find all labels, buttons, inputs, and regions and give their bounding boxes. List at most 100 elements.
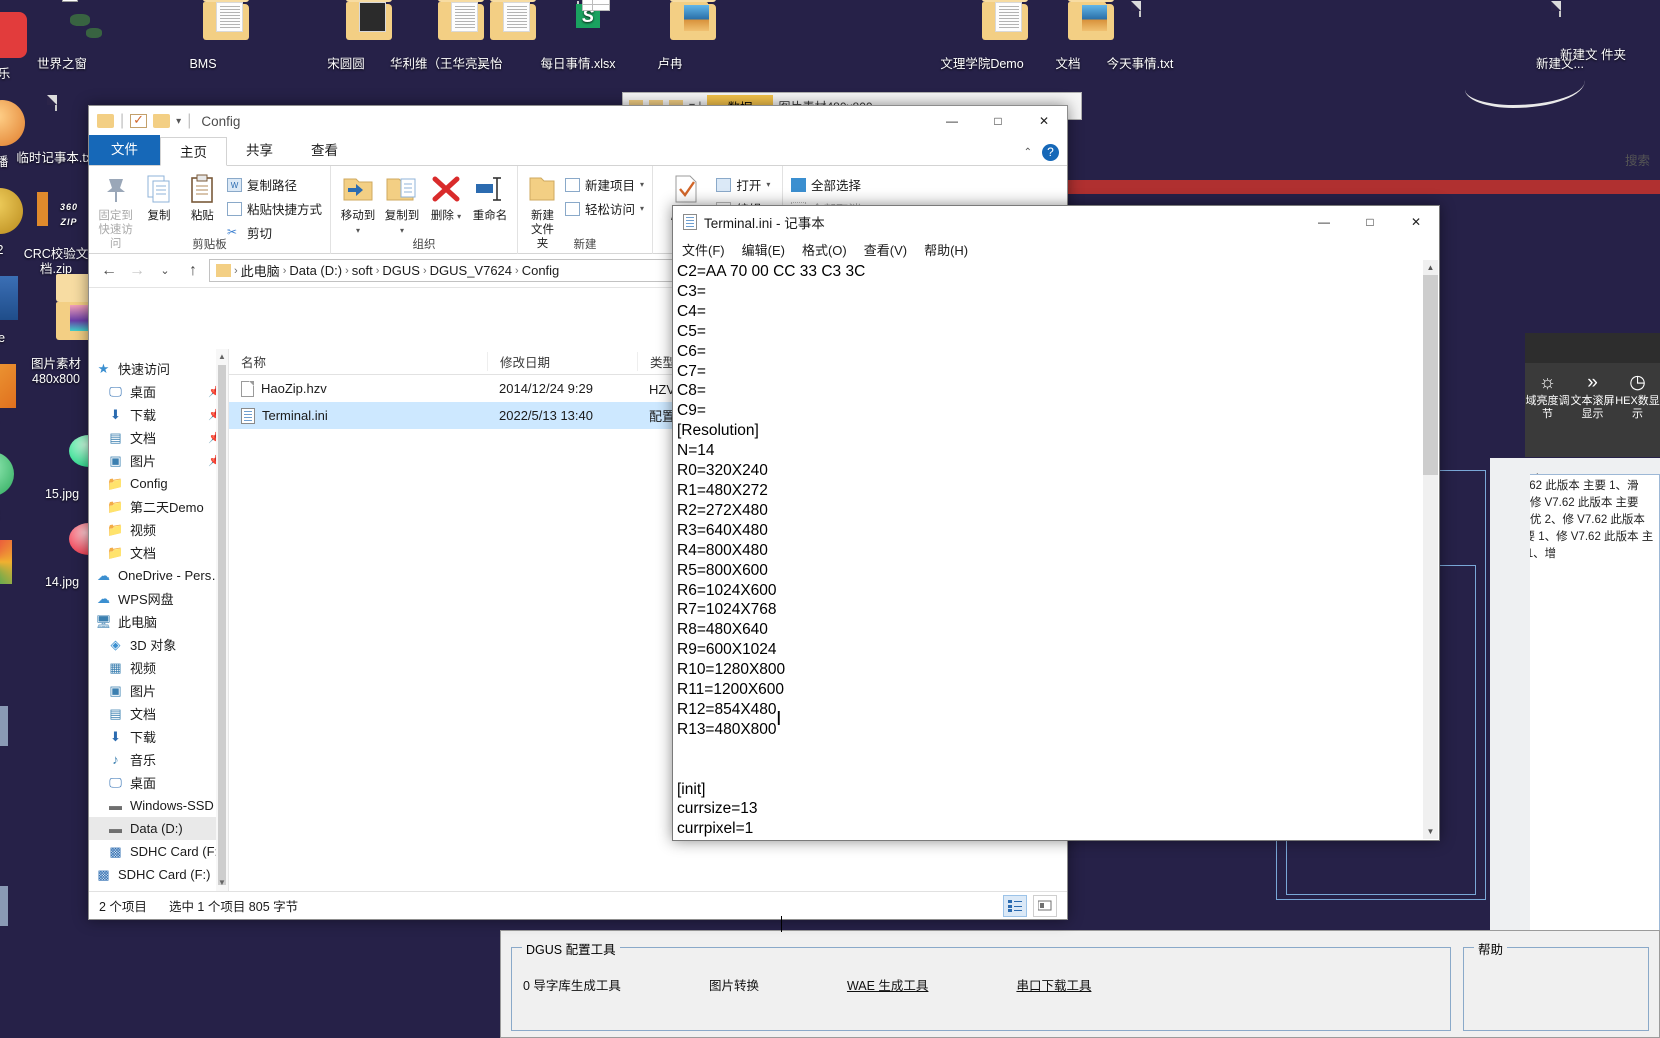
desktop-icon-wuyi[interactable]: 吴怡 [442,0,538,72]
nav-item-windows-ssd[interactable]: ▬ Windows-SSD [89,794,228,817]
column-date[interactable]: 修改日期 [487,352,637,371]
select-all-command[interactable]: 全部选择 [791,175,895,194]
minimize-button[interactable]: — [929,106,975,136]
desktop-icon-college-demo[interactable]: 文理学院Demo [934,0,1030,72]
menu-view[interactable]: 查看(V) [864,240,907,259]
copy-to-button[interactable]: 复制到 ▾ [383,169,421,238]
nav-item-data-d[interactable]: ▬ Data (D:) [89,817,228,840]
forward-button[interactable]: → [125,262,149,280]
desktop-icon-song[interactable]: 宋圆圆 [298,0,394,72]
notepad-titlebar[interactable]: Terminal.ini - 记事本 — □ ✕ [673,206,1439,238]
nav-item-wps[interactable]: ☁ WPS网盘 [89,587,228,610]
navigation-pane[interactable]: ▲ ▼ ★快速访问🖵桌面📌⬇下载📌▤文档📌▣图片📌📁Config📁第二天Demo… [89,349,229,891]
chevron-down-icon[interactable]: ▾ [400,226,404,235]
close-button[interactable]: ✕ [1393,207,1439,237]
large-icons-view-button[interactable] [1033,894,1057,917]
nav-item-[interactable]: ▣图片📌 [89,449,228,472]
close-button[interactable]: ✕ [1021,106,1067,136]
notepad-text-area[interactable]: C2=AA 70 00 CC 33 C3 3C C3= C4= C5= C6= … [674,260,1424,839]
desktop-icon-world-window[interactable]: 世界之窗 [14,0,110,72]
nav-item-[interactable]: 🖵 桌面 [89,771,228,794]
nav-item-3d[interactable]: ◈ 3D 对象 [89,633,228,656]
back-button[interactable]: ← [97,262,121,280]
chevron-down-icon[interactable]: ▾ [176,116,181,127]
desktop-icon-bms[interactable]: BMS [155,0,251,72]
nav-item-demo[interactable]: 📁 第二天Demo [89,495,228,518]
menu-format[interactable]: 格式(O) [802,240,847,259]
explorer-titlebar[interactable]: | ▾ | Config — □ ✕ [89,106,1067,136]
scroll-down-icon[interactable]: ▼ [1423,824,1438,839]
recent-locations-button[interactable]: ⌄ [153,264,177,277]
chevron-down-icon[interactable]: ▾ [457,212,461,221]
nav-item-sdhc-card-f[interactable]: ▩ SDHC Card (F:) [89,863,228,886]
collapse-ribbon-icon[interactable]: ⌃ [1024,147,1032,158]
chevron-down-icon[interactable]: ▾ [766,180,770,189]
scroll-thumb[interactable] [218,365,226,885]
tab-file[interactable]: 文件 [89,135,160,165]
up-button[interactable]: ↑ [181,262,205,280]
folder-icon[interactable] [97,114,114,128]
search-label[interactable]: 搜索 [1625,150,1650,169]
paste-shortcut-command[interactable]: 粘贴快捷方式 [226,199,322,218]
nav-item-[interactable]: 📁 文档 [89,541,228,564]
move-to-button[interactable]: 移动到 ▾ [339,169,377,238]
nav-item-[interactable]: 🖥 此电脑 [89,610,228,633]
notepad-scrollbar[interactable]: ▲ ▼ [1423,260,1438,839]
scroll-up-icon[interactable]: ▲ [1423,260,1438,275]
nav-item-[interactable]: ▦ 视频 [89,656,228,679]
properties-icon[interactable] [130,112,148,128]
delete-button[interactable]: 删除 ▾ [427,169,465,224]
text-scroll-tool-button[interactable]: » 文本滚屏显示 [1570,363,1615,457]
column-name[interactable]: 名称 [229,352,487,371]
desktop-icon-partial[interactable]: 件 [0,880,36,956]
tab-view[interactable]: 查看 [292,136,357,165]
scroll-down-icon[interactable]: ▼ [216,875,228,891]
nav-item-onedrive-pers[interactable]: ☁ OneDrive - Pers… [89,564,228,587]
breadcrumb-item-data-d[interactable]: Data (D:) [289,263,342,278]
font-tool-link[interactable]: 0 导字库生成工具 [523,975,621,994]
minimize-button[interactable]: — [1301,207,1347,237]
tab-home[interactable]: 主页 [160,137,227,166]
chevron-down-icon[interactable]: ▾ [640,180,644,189]
breadcrumb-item-dgus-v7624[interactable]: DGUS_V7624 [430,263,512,278]
breadcrumb-item-soft[interactable]: soft [352,263,373,278]
copy-button[interactable]: 复制 [140,169,177,223]
rename-button[interactable]: 重命名 [471,169,509,223]
nav-item-[interactable]: ▣ 图片 [89,679,228,702]
desktop-icon-luran[interactable]: 卢冉 [622,0,718,72]
serial-download-link[interactable]: 串口下载工具 [1016,975,1091,994]
details-view-button[interactable] [1003,894,1027,917]
dgus-config-tool-window[interactable]: DGUS 配置工具 帮助 0 导字库生成工具 图片转换 WAE 生成工具 串口下… [500,930,1660,1038]
wae-tool-link[interactable]: WAE 生成工具 [847,975,928,994]
nav-item-[interactable]: ⬇ 下载 [89,725,228,748]
menu-file[interactable]: 文件(F) [682,240,725,259]
paste-button[interactable]: 粘贴 [184,169,221,223]
nav-item-[interactable]: 🖵桌面📌 [89,380,228,403]
help-icon[interactable]: ? [1042,144,1059,161]
notepad-window[interactable]: Terminal.ini - 记事本 — □ ✕ 文件(F) 编辑(E) 格式(… [672,205,1440,932]
hex-display-tool-button[interactable]: ◷ HEX数显示 [1615,363,1660,457]
nav-scrollbar[interactable]: ▲ ▼ [216,349,228,891]
nav-item-[interactable]: ▤ 文档 [89,702,228,725]
nav-item-[interactable]: ▤文档📌 [89,426,228,449]
tab-share[interactable]: 共享 [227,136,292,165]
scroll-up-icon[interactable]: ▲ [216,349,228,365]
nav-item-[interactable]: ♪ 音乐 [89,748,228,771]
breadcrumb-item-this-pc[interactable]: 此电脑 [241,261,280,280]
desktop-icon-partial[interactable]: 作 [0,700,36,776]
new-folder-icon[interactable] [153,114,171,128]
maximize-button[interactable]: □ [975,106,1021,136]
maximize-button[interactable]: □ [1347,207,1393,237]
new-item-command[interactable]: 新建项目 ▾ [564,175,644,194]
open-command[interactable]: 打开 ▾ [716,175,774,194]
desktop-icon-daily-xlsx[interactable]: S 每日事情.xlsx [530,0,626,72]
breadcrumb-item-config[interactable]: Config [522,263,560,278]
nav-item-[interactable]: ★ 快速访问 [89,357,228,380]
nav-item-[interactable]: ⬇下载📌 [89,403,228,426]
menu-edit[interactable]: 编辑(E) [742,240,785,259]
chevron-down-icon[interactable]: ▾ [640,204,644,213]
brightness-tool-button[interactable]: ☼ 域亮度调节 [1525,363,1570,457]
chevron-down-icon[interactable]: ▾ [356,226,360,235]
nav-item-config[interactable]: 📁 Config [89,472,228,495]
desktop-icon-today-txt[interactable]: 今天事情.txt [1092,1,1188,72]
